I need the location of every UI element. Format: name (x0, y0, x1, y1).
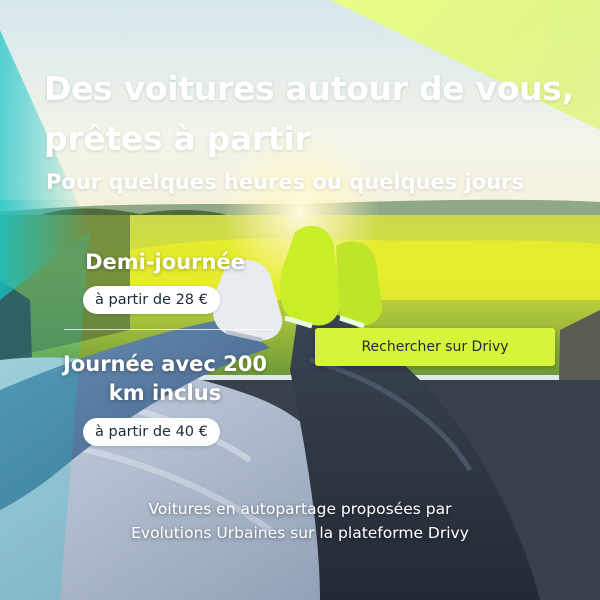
offer-full-day-price: à partir de 40 € (83, 418, 220, 446)
offer-full-day-title-line-2: km inclus (108, 381, 222, 405)
subheadline: Pour quelques heures ou quelques jours (46, 170, 525, 194)
footer-line-2: Evolutions Urbaines sur la plateforme Dr… (131, 524, 469, 542)
drivy-ad-banner: Des voitures autour de vous, prêtes à pa… (0, 0, 600, 600)
offer-divider (64, 329, 274, 330)
headline-line-2: prêtes à partir (44, 119, 311, 158)
headline: Des voitures autour de vous, prêtes à pa… (44, 64, 584, 164)
footer-disclaimer: Voitures en autopartage proposées par Ev… (60, 497, 540, 545)
search-drivy-button[interactable]: Rechercher sur Drivy (315, 328, 555, 366)
offer-full-day-title: Journée avec 200 km inclus (40, 350, 290, 408)
offer-half-day-title: Demi-journée (85, 250, 245, 274)
headline-line-1: Des voitures autour de vous, (44, 69, 574, 108)
offer-half-day-price: à partir de 28 € (83, 286, 220, 314)
offer-full-day-title-line-1: Journée avec 200 (63, 352, 267, 376)
footer-line-1: Voitures en autopartage proposées par (148, 500, 452, 518)
